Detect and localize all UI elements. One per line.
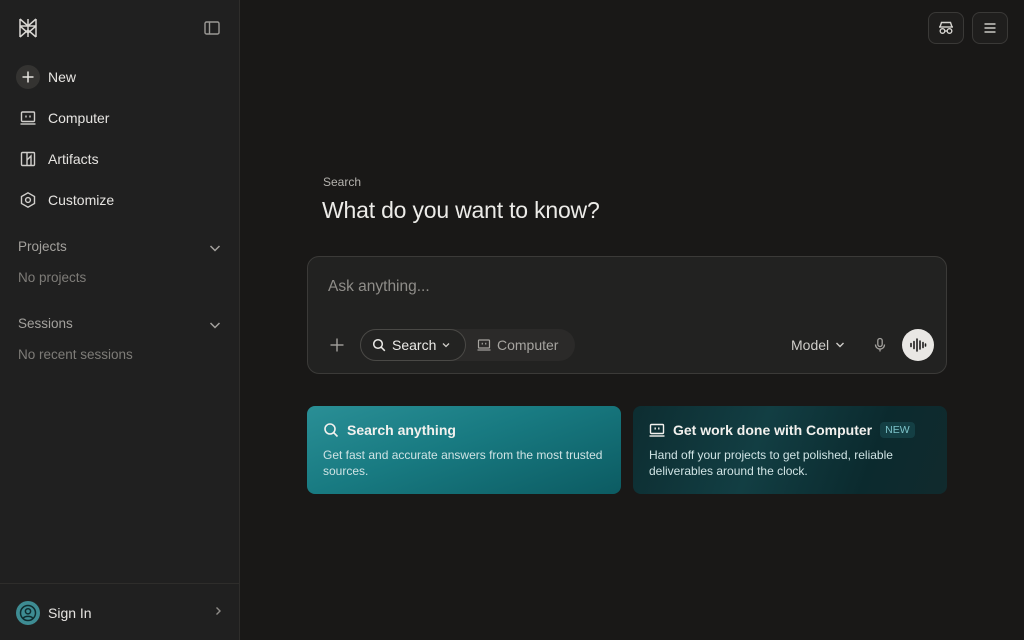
computer-card[interactable]: Get work done with Computer NEW Hand off… [633,406,947,494]
microphone-icon [874,337,886,352]
sidebar-item-label: Artifacts [48,151,99,167]
mode-search-label: Search [392,337,437,353]
ask-input[interactable] [328,275,908,299]
page-eyebrow: Search [323,175,362,189]
menu-button[interactable] [972,12,1008,44]
sidebar-item-artifacts[interactable]: Artifacts [12,142,228,176]
avatar [16,601,40,625]
chevron-down-icon [442,343,450,348]
computer-icon [649,423,665,437]
computer-icon [477,339,491,351]
sidebar-item-computer[interactable]: Computer [12,101,228,135]
mode-computer-label: Computer [497,337,559,353]
sidebar-item-label: Computer [48,110,110,126]
incognito-button[interactable] [928,12,964,44]
sessions-empty-text: No recent sessions [18,347,133,362]
incognito-icon [939,21,953,34]
logo-icon[interactable] [17,17,39,39]
search-anything-card[interactable]: Search anything Get fast and accurate an… [307,406,621,494]
projects-empty-text: No projects [18,270,87,285]
voice-mode-button[interactable] [902,329,934,361]
sign-in-button[interactable]: Sign In [16,600,226,626]
chevron-down-icon[interactable] [207,240,223,256]
search-icon [324,423,339,438]
sessions-heading: Sessions [18,316,73,331]
mode-search-button[interactable]: Search [360,329,466,361]
card-description: Get fast and accurate answers from the m… [323,448,603,478]
computer-icon [16,106,40,130]
sidebar-item-label: New [48,69,77,85]
app-window: New Computer Artifacts Customize Project… [0,0,1024,640]
page-title: What do you want to know? [322,197,600,223]
plus-icon [16,65,40,89]
sidebar-item-label: Customize [48,192,115,208]
waveform-icon [910,338,927,352]
plus-icon [330,338,344,352]
projects-heading: Projects [18,239,67,254]
new-badge: NEW [880,422,915,438]
sidebar-toggle-icon[interactable] [202,18,222,38]
attach-button[interactable] [327,335,347,355]
sidebar-footer: Sign In [0,583,239,640]
chevron-right-icon [216,607,221,615]
model-label: Model [791,337,830,353]
sign-in-label: Sign In [48,605,92,621]
sidebar: New Computer Artifacts Customize Project… [0,0,240,640]
microphone-button[interactable] [870,335,890,355]
mode-selector: Search Computer [360,329,575,361]
artifacts-icon [16,147,40,171]
search-icon [372,338,386,352]
hamburger-menu-icon [984,23,996,33]
chevron-down-icon[interactable] [207,317,223,333]
card-title: Get work done with Computer [673,422,873,438]
model-selector[interactable]: Model [791,335,846,355]
sidebar-item-customize[interactable]: Customize [12,183,228,217]
chevron-down-icon [836,342,845,348]
composer: Search Computer Model [307,256,947,374]
sidebar-item-new[interactable]: New [12,60,228,94]
customize-icon [16,188,40,212]
card-description: Hand off your projects to get polished, … [649,448,893,478]
mode-computer-button[interactable]: Computer [472,329,572,361]
card-title: Search anything [347,422,456,438]
